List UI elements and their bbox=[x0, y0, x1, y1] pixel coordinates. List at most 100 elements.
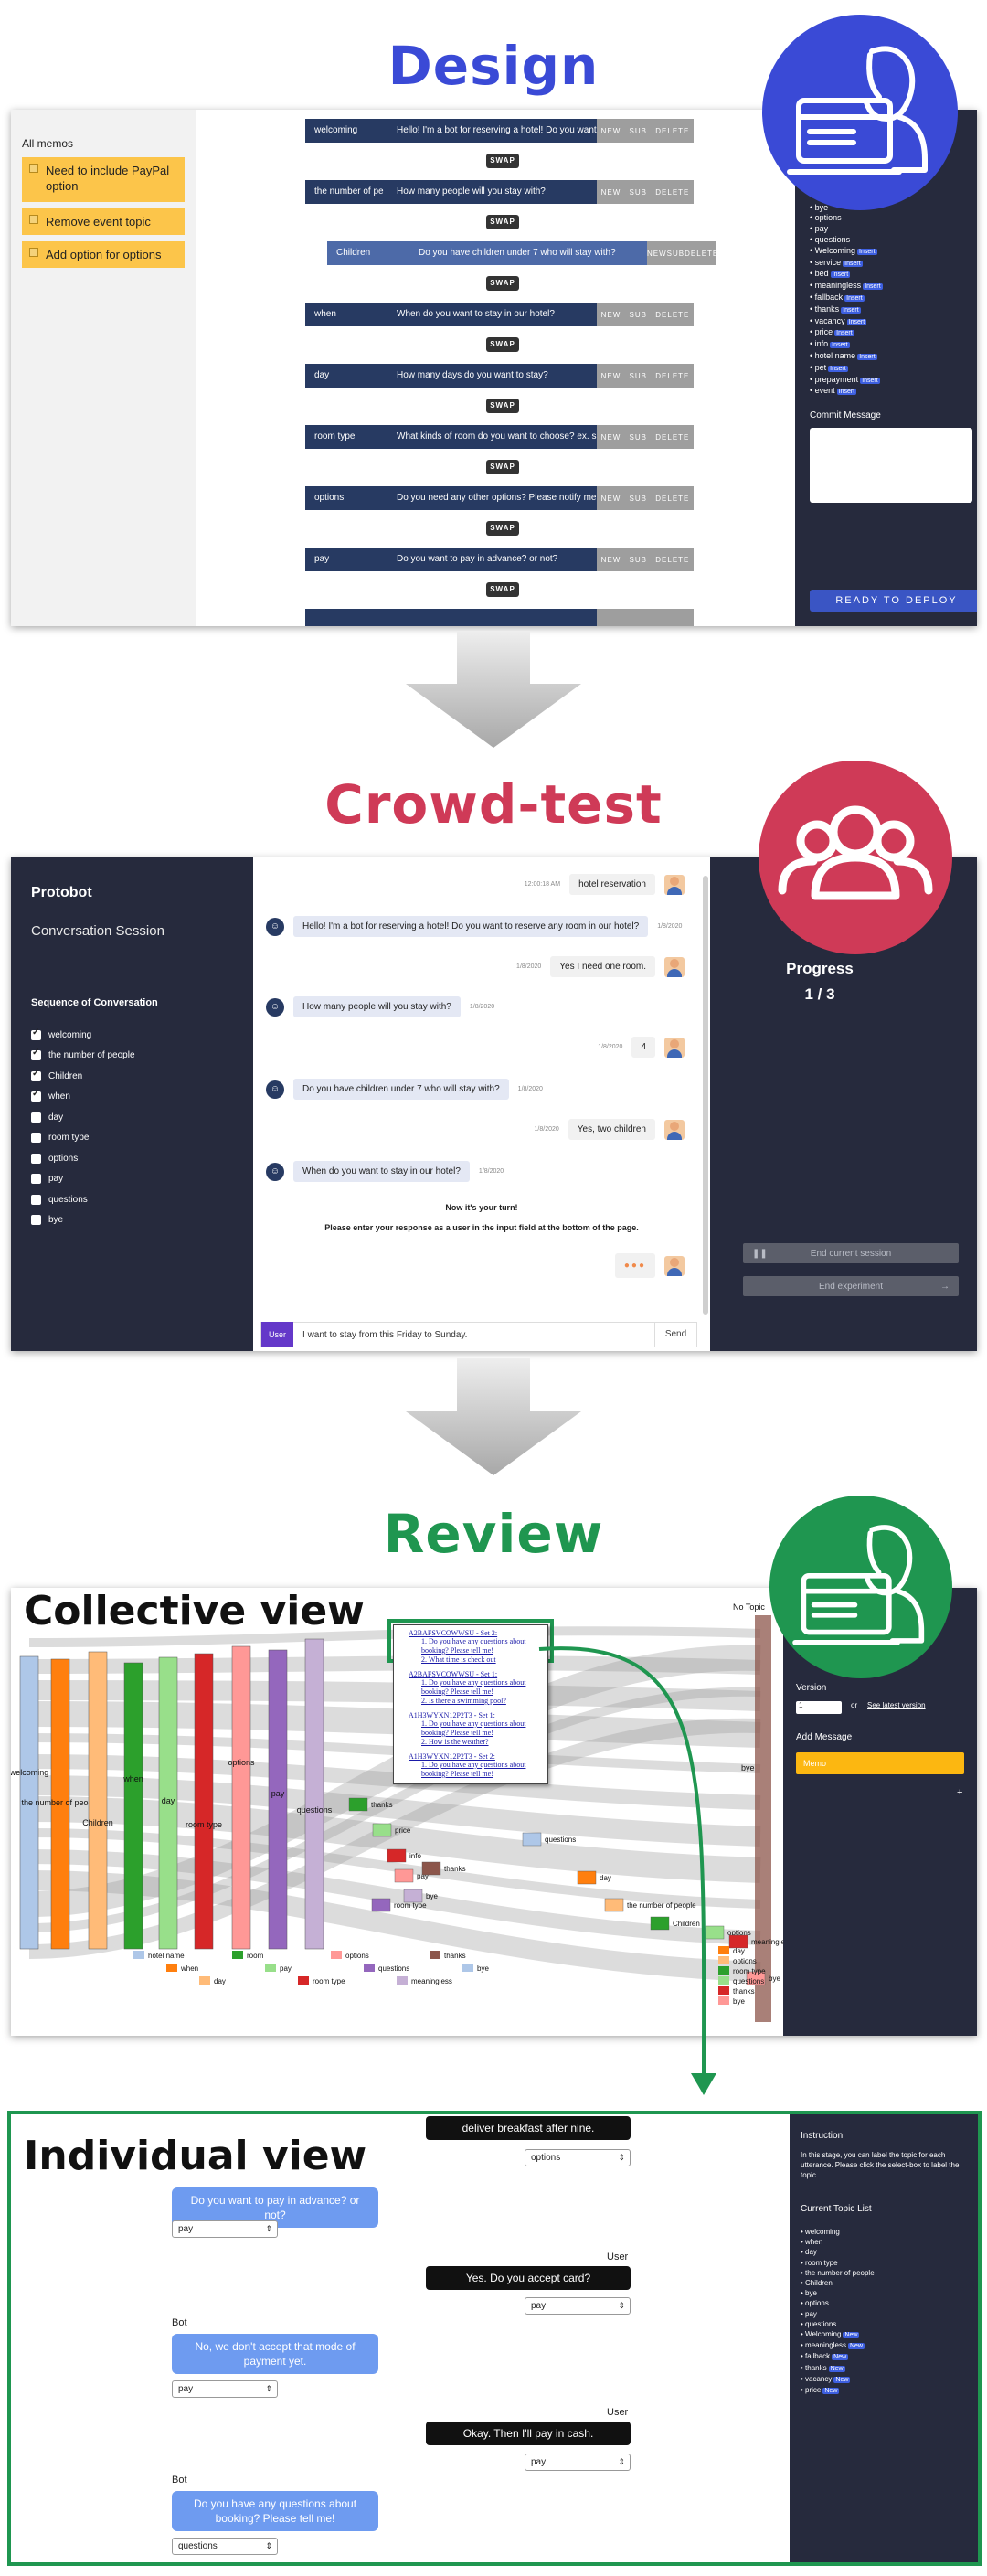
insert-button[interactable]: Insert bbox=[830, 271, 851, 279]
turn-topic[interactable]: welcoming bbox=[305, 119, 387, 143]
sub-button[interactable]: SUB bbox=[630, 372, 647, 380]
popup-utterance[interactable]: 1. Do you have any questions about booki… bbox=[409, 1719, 542, 1738]
turn-topic[interactable] bbox=[305, 609, 387, 626]
popup-utterance[interactable]: 1. Do you have any questions about booki… bbox=[409, 1761, 542, 1779]
insert-button[interactable]: Insert bbox=[857, 248, 877, 255]
message-input[interactable]: I want to stay from this Friday to Sunda… bbox=[293, 1330, 654, 1340]
turn-row-sub[interactable]: Children Do you have children under 7 wh… bbox=[327, 241, 718, 265]
topic-node[interactable] bbox=[133, 1951, 144, 1959]
new-button[interactable]: NEW bbox=[601, 433, 621, 442]
topic-select[interactable]: pay bbox=[525, 2297, 631, 2315]
send-button[interactable]: Send bbox=[654, 1322, 696, 1347]
topic-node[interactable] bbox=[371, 1898, 391, 1912]
topic-bar[interactable] bbox=[88, 1651, 108, 1950]
turn-row-partial[interactable] bbox=[305, 609, 694, 626]
topic-select[interactable]: questions bbox=[172, 2538, 278, 2555]
sub-button[interactable]: SUB bbox=[630, 311, 647, 319]
turn-row[interactable]: pay Do you want to pay in advance? or no… bbox=[305, 548, 694, 571]
topic-node[interactable] bbox=[364, 1964, 375, 1972]
turn-text[interactable]: Do you want to pay in advance? or not? bbox=[387, 548, 597, 571]
turn-topic[interactable]: day bbox=[305, 364, 387, 388]
turn-text[interactable]: Hello! I'm a bot for reserving a hotel! … bbox=[387, 119, 597, 143]
version-select[interactable]: 1 bbox=[796, 1701, 842, 1714]
worker-set-link[interactable]: A2BAFSVCOWWSU - Set 1: bbox=[409, 1670, 542, 1678]
new-button[interactable]: NEW bbox=[601, 311, 621, 319]
popup-utterance[interactable]: 2. What time is check out bbox=[409, 1655, 542, 1665]
end-experiment-button[interactable]: End experiment → bbox=[743, 1276, 959, 1296]
topic-bar[interactable] bbox=[123, 1662, 143, 1950]
topic-node[interactable] bbox=[728, 1934, 748, 1949]
swap-button[interactable]: SWAP bbox=[486, 399, 519, 413]
topic-node[interactable] bbox=[265, 1964, 276, 1972]
new-button[interactable]: NEW bbox=[601, 556, 621, 564]
memo-item[interactable]: Add option for options bbox=[22, 241, 185, 268]
insert-button[interactable]: Insert bbox=[846, 318, 867, 325]
insert-button[interactable]: Insert bbox=[830, 342, 850, 349]
turn-text[interactable]: When do you want to stay in our hotel? bbox=[387, 303, 597, 326]
ready-to-deploy-button[interactable]: READY TO DEPLOY bbox=[810, 590, 977, 612]
delete-button[interactable]: DELETE bbox=[685, 250, 718, 258]
memo-checkbox[interactable] bbox=[29, 248, 38, 257]
insert-button[interactable]: Insert bbox=[860, 377, 880, 384]
turn-topic[interactable]: options bbox=[305, 486, 387, 510]
insert-button[interactable]: Insert bbox=[863, 283, 883, 291]
topic-node[interactable] bbox=[331, 1951, 342, 1959]
turn-topic[interactable]: Children bbox=[327, 241, 409, 265]
turn-topic[interactable]: the number of pe bbox=[305, 180, 387, 204]
topic-node[interactable] bbox=[372, 1823, 392, 1837]
sub-button[interactable]: SUB bbox=[630, 556, 647, 564]
new-button[interactable]: NEW bbox=[601, 495, 621, 503]
delete-button[interactable]: DELETE bbox=[655, 311, 689, 319]
delete-button[interactable]: DELETE bbox=[655, 433, 689, 442]
topic-node[interactable] bbox=[462, 1964, 473, 1972]
memo-item[interactable]: Remove event topic bbox=[22, 208, 185, 235]
topic-node[interactable] bbox=[166, 1964, 177, 1972]
new-button[interactable]: NEW bbox=[647, 250, 667, 258]
worker-set-link[interactable]: A2BAFSVCOWWSU - Set 2: bbox=[409, 1629, 542, 1637]
new-button[interactable]: NEW bbox=[601, 372, 621, 380]
swap-button[interactable]: SWAP bbox=[486, 582, 519, 597]
turn-row[interactable]: room type What kinds of room do you want… bbox=[305, 425, 694, 449]
sub-button[interactable]: SUB bbox=[630, 127, 647, 135]
delete-button[interactable]: DELETE bbox=[655, 495, 689, 503]
latest-version-link[interactable]: See latest version bbox=[867, 1701, 926, 1709]
turn-row[interactable]: the number of pe How many people will yo… bbox=[305, 180, 694, 204]
insert-button[interactable]: Insert bbox=[836, 389, 857, 396]
sub-button[interactable]: SUB bbox=[630, 495, 647, 503]
topic-node[interactable] bbox=[403, 1889, 423, 1903]
turn-text[interactable]: What kinds of room do you want to choose… bbox=[387, 425, 597, 449]
topic-node[interactable] bbox=[199, 1976, 210, 1985]
popup-utterance[interactable]: 1. Do you have any questions about booki… bbox=[409, 1678, 542, 1697]
delete-button[interactable]: DELETE bbox=[655, 127, 689, 135]
memo-input[interactable]: Memo bbox=[796, 1752, 964, 1774]
turn-topic[interactable]: room type bbox=[305, 425, 387, 449]
new-button[interactable]: NEW bbox=[601, 188, 621, 197]
commit-message-input[interactable] bbox=[810, 428, 972, 504]
swap-button[interactable]: SWAP bbox=[486, 215, 519, 229]
turn-row[interactable]: options Do you need any other options? P… bbox=[305, 486, 694, 510]
swap-button[interactable]: SWAP bbox=[486, 276, 519, 291]
memo-item[interactable]: Need to include PayPal option bbox=[22, 157, 185, 202]
turn-text[interactable]: Do you need any other options? Please no… bbox=[387, 486, 597, 510]
topic-select[interactable]: pay bbox=[172, 2220, 278, 2238]
topic-select[interactable]: options bbox=[525, 2149, 631, 2166]
memo-checkbox[interactable] bbox=[29, 164, 38, 173]
swap-button[interactable]: SWAP bbox=[486, 154, 519, 168]
topic-node[interactable] bbox=[397, 1976, 408, 1985]
swap-button[interactable]: SWAP bbox=[486, 460, 519, 474]
turn-text[interactable] bbox=[387, 609, 597, 626]
swap-button[interactable]: SWAP bbox=[486, 521, 519, 536]
worker-set-link[interactable]: A1H3WYXN12P2T3 - Set 1: bbox=[409, 1711, 542, 1719]
add-memo-button[interactable]: + bbox=[957, 1787, 962, 1798]
topic-node[interactable] bbox=[232, 1951, 243, 1959]
popup-utterance[interactable]: 2. How is the weather? bbox=[409, 1738, 542, 1747]
turn-row[interactable]: welcoming Hello! I'm a bot for reserving… bbox=[305, 119, 694, 143]
topic-node[interactable] bbox=[430, 1951, 440, 1959]
topic-node[interactable] bbox=[394, 1868, 414, 1883]
popup-utterance[interactable]: 1. Do you have any questions about booki… bbox=[409, 1637, 542, 1655]
insert-button[interactable]: Insert bbox=[857, 353, 877, 360]
topic-node[interactable] bbox=[421, 1861, 441, 1876]
popup-utterance[interactable]: 2. Is there a swimming pool? bbox=[409, 1697, 542, 1706]
end-session-button[interactable]: ❚❚ End current session bbox=[743, 1243, 959, 1263]
insert-button[interactable]: Insert bbox=[841, 306, 861, 314]
